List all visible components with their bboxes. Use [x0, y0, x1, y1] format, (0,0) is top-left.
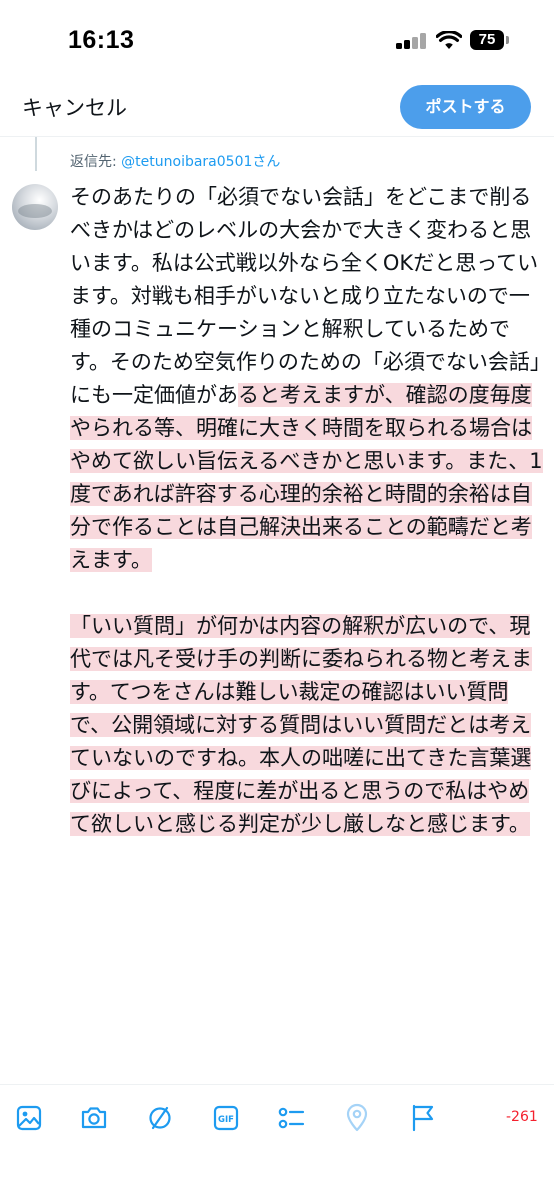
reply-text-over-limit: ると考えますが、確認の度毎度やられる等、明確に大きく時間を取られる場合はやめて欲…	[70, 383, 543, 836]
status-time: 16:13	[68, 26, 135, 54]
reply-text-input[interactable]: そのあたりの「必須でない会話」をどこまで削るべきかはどのレベルの大会かで大きく変…	[70, 181, 548, 841]
compose-toolbar: GIF -261	[0, 1085, 554, 1149]
wifi-icon	[436, 31, 462, 49]
svg-text:GIF: GIF	[218, 1115, 234, 1125]
compose-header: キャンセル ポストする	[0, 82, 554, 134]
cancel-button[interactable]: キャンセル	[22, 92, 127, 122]
status-bar: 16:13 75	[0, 0, 554, 80]
poll-icon[interactable]	[276, 1103, 306, 1133]
header-divider	[0, 136, 554, 137]
post-button[interactable]: ポストする	[400, 85, 531, 129]
flag-icon[interactable]	[408, 1103, 438, 1133]
thread-connector-line	[35, 137, 37, 171]
reply-to-line: 返信先: @tetunoibara0501さん	[70, 151, 280, 171]
battery-cap	[506, 36, 509, 44]
reply-text-within-limit: そのあたりの「必須でない会話」をどこまで削るべきかはどのレベルの大会かで大きく変…	[70, 185, 541, 407]
battery-indicator: 75	[470, 30, 504, 50]
gif-icon[interactable]: GIF	[211, 1103, 241, 1133]
image-icon[interactable]	[14, 1103, 44, 1133]
camera-icon[interactable]	[79, 1103, 109, 1133]
cellular-signal-icon	[396, 33, 428, 49]
reply-to-mention[interactable]: @tetunoibara0501さん	[121, 154, 280, 170]
character-count: -261	[506, 1109, 538, 1125]
location-icon[interactable]	[342, 1103, 372, 1133]
avatar[interactable]	[12, 184, 58, 230]
no-signal-icon[interactable]	[145, 1103, 175, 1133]
reply-to-prefix: 返信先:	[70, 154, 122, 170]
